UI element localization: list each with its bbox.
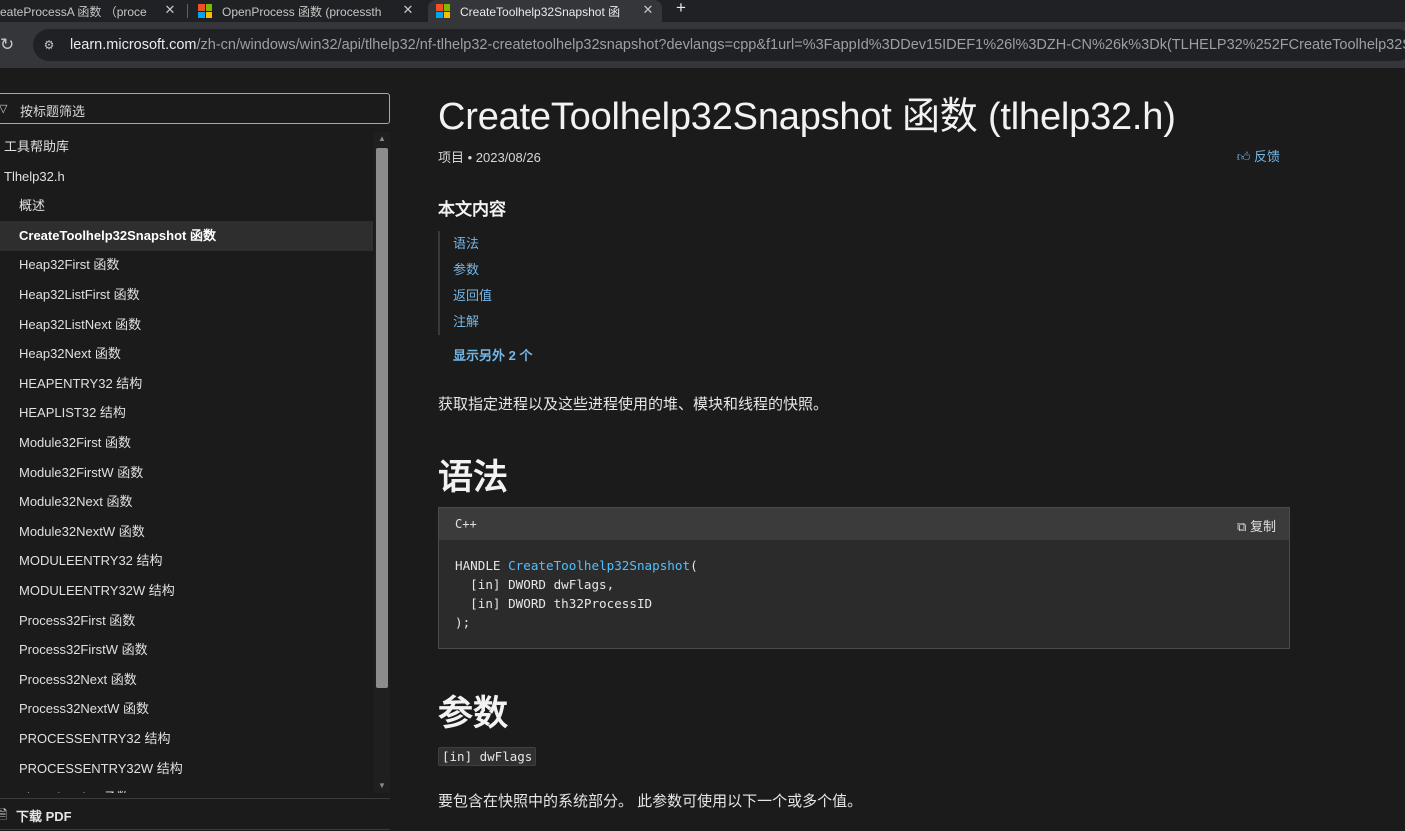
close-icon[interactable]: ✕ <box>400 0 416 22</box>
download-pdf-link[interactable]: 🗎 下载 PDF <box>0 798 390 830</box>
param-description: 要包含在快照中的系统部分。 此参数可使用以下一个或多个值。 <box>438 793 863 810</box>
parameters-heading: 参数 <box>438 694 509 733</box>
summary-text: 获取指定进程以及这些进程使用的堆、模块和线程的快照。 <box>438 396 829 413</box>
sidebar-item[interactable]: 概述 <box>0 191 373 221</box>
code-header: C++ ⧉ 复制 <box>439 508 1289 540</box>
close-icon[interactable]: ✕ <box>640 0 656 22</box>
sidebar-item[interactable]: Thread32First 函数 <box>0 783 373 793</box>
sidebar-item[interactable]: Module32FirstW 函数 <box>0 458 373 488</box>
microsoft-logo-icon <box>198 4 212 18</box>
sidebar-item[interactable]: Heap32First 函数 <box>0 250 373 280</box>
new-tab-button[interactable]: + <box>672 0 690 20</box>
sidebar-item[interactable]: PROCESSENTRY32 结构 <box>0 724 373 754</box>
sidebar-item[interactable]: MODULEENTRY32W 结构 <box>0 576 373 606</box>
page-title: CreateToolhelp32Snapshot 函数 (tlhelp32.h) <box>438 96 1176 138</box>
sidebar-item[interactable]: HEAPENTRY32 结构 <box>0 369 373 399</box>
sidebar-item[interactable]: Module32Next 函数 <box>0 487 373 517</box>
copy-icon: ⧉ <box>1237 519 1250 534</box>
sidebar-item[interactable]: Module32NextW 函数 <box>0 517 373 547</box>
main-content: CreateToolhelp32Snapshot 函数 (tlhelp32.h)… <box>438 68 1290 831</box>
article-toc: 语法 参数 返回值 注解 <box>438 231 492 335</box>
close-icon[interactable]: ✕ <box>162 0 178 22</box>
tab-title: CreateToolhelp32Snapshot 函 <box>460 4 621 19</box>
thumbs-up-icon: 👍︎ <box>1236 149 1254 164</box>
microsoft-logo-icon <box>436 4 450 18</box>
sidebar-item[interactable]: Process32FirstW 函数 <box>0 635 373 665</box>
param-name-dwflags: [in] dwFlags <box>438 747 537 766</box>
pdf-icon: 🗎 <box>0 807 8 822</box>
sidebar-item[interactable]: Heap32Next 函数 <box>0 339 373 369</box>
sidebar-item[interactable]: CreateToolhelp32Snapshot 函数 <box>0 220 373 251</box>
syntax-heading: 语法 <box>438 458 509 497</box>
tab-createprocess[interactable]: eateProcessA 函数 （proce ✕ <box>0 0 178 22</box>
feedback-button[interactable]: 👍︎ 反馈 <box>1237 146 1280 165</box>
toc-link-return-value[interactable]: 返回值 <box>453 283 492 309</box>
function-name: CreateToolhelp32Snapshot <box>508 558 691 573</box>
sidebar-item[interactable]: Module32First 函数 <box>0 428 373 458</box>
sidebar-item[interactable]: HEAPLIST32 结构 <box>0 398 373 428</box>
filter-placeholder: 按标题筛选 <box>20 104 86 119</box>
filter-icon: ▽ <box>0 103 8 115</box>
sidebar-item[interactable]: Heap32ListNext 函数 <box>0 310 373 340</box>
tab-createtoolhelp32snapshot[interactable]: CreateToolhelp32Snapshot 函 ✕ <box>428 0 662 22</box>
sidebar-item[interactable]: Heap32ListFirst 函数 <box>0 280 373 310</box>
tab-title: eateProcessA 函数 （proce <box>0 4 147 19</box>
sidebar-item[interactable]: Tlhelp32.h <box>0 162 373 192</box>
tab-openprocess[interactable]: OpenProcess 函数 (processth ✕ <box>198 0 416 22</box>
site-info-icon[interactable]: ⚙ <box>41 37 57 53</box>
code-text: HANDLE CreateToolhelp32Snapshot( [in] DW… <box>455 558 698 630</box>
code-language: C++ <box>455 517 477 531</box>
in-this-article-heading: 本文内容 <box>438 200 506 219</box>
show-more-link[interactable]: 显示另外 2 个 <box>453 345 532 364</box>
sidebar-item[interactable]: MODULEENTRY32 结构 <box>0 546 373 576</box>
sidebar-item[interactable]: PROCESSENTRY32W 结构 <box>0 754 373 784</box>
tab-separator <box>187 4 188 18</box>
toc-link-syntax[interactable]: 语法 <box>453 231 492 257</box>
code-block: C++ ⧉ 复制 HANDLE CreateToolhelp32Snapshot… <box>438 507 1290 649</box>
scroll-up-icon[interactable]: ▲ <box>374 132 390 146</box>
sidebar-item[interactable]: Process32NextW 函数 <box>0 694 373 724</box>
tab-strip: eateProcessA 函数 （proce ✕ OpenProcess 函数 … <box>0 0 1405 22</box>
sidebar: ▽ 按标题筛选 工具帮助库 Tlhelp32.h 概述 CreateToolhelp3… <box>0 68 390 831</box>
browser-toolbar: ↻ ⚙ learn.microsoft.com/zh-cn/windows/wi… <box>0 22 1405 68</box>
reload-icon[interactable]: ↻ <box>0 34 14 56</box>
sidebar-scrollbar[interactable]: ▲ ▼ <box>374 132 390 793</box>
sidebar-item[interactable]: 工具帮助库 <box>0 132 373 162</box>
scrollbar-thumb[interactable] <box>376 148 388 688</box>
tab-title: OpenProcess 函数 (processth <box>222 4 382 19</box>
scroll-down-icon[interactable]: ▼ <box>374 779 390 793</box>
sidebar-item[interactable]: Process32First 函数 <box>0 606 373 636</box>
toc-link-parameters[interactable]: 参数 <box>453 257 492 283</box>
url-text[interactable]: learn.microsoft.com/zh-cn/windows/win32/… <box>70 37 1405 53</box>
sidebar-item[interactable]: Process32Next 函数 <box>0 665 373 695</box>
article-meta: 项目 • 2023/08/26 <box>438 150 541 165</box>
copy-button[interactable]: ⧉ 复制 <box>1237 516 1276 535</box>
toc-link-remarks[interactable]: 注解 <box>453 309 492 335</box>
address-bar[interactable]: ⚙ learn.microsoft.com/zh-cn/windows/win3… <box>33 29 1405 61</box>
download-pdf-label: 下载 PDF <box>16 809 72 824</box>
filter-by-title-input[interactable]: ▽ 按标题筛选 <box>0 93 390 124</box>
table-of-contents: 工具帮助库 Tlhelp32.h 概述 CreateToolhelp32Snapsho… <box>0 132 373 793</box>
